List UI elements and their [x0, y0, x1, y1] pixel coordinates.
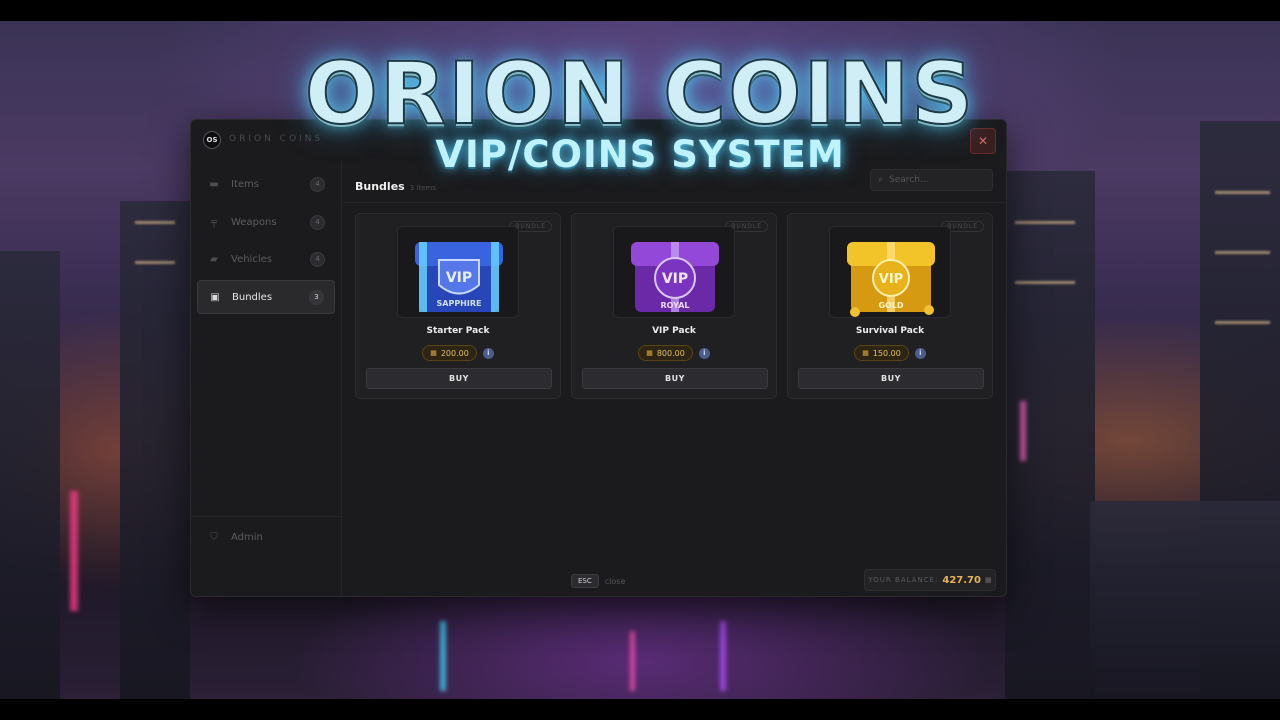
sidebar-item-count: 4: [310, 251, 325, 267]
price-badge: ▦ 800.00: [638, 345, 693, 361]
shop-window: OS ORION COINS ✕ ▬ Items 4 ╤ Weapons 4 ▰…: [190, 119, 1007, 597]
coin-icon: ▦: [430, 349, 437, 357]
balance-label: YOUR BALANCE:: [868, 576, 939, 584]
search-input[interactable]: [889, 175, 980, 185]
price-row: ▦ 800.00 i: [572, 345, 776, 361]
product-name: Survival Pack: [855, 326, 925, 336]
shield-icon: ⛉: [210, 531, 218, 543]
product-image: VIP SAPPHIRE: [397, 226, 519, 318]
esc-label: close: [604, 576, 626, 586]
sidebar: ▬ Items 4 ╤ Weapons 4 ▰ Vehicles 4 ▣ Bun…: [191, 160, 342, 596]
sidebar-item-label: Bundles: [232, 291, 273, 303]
svg-text:ROYAL: ROYAL: [661, 301, 690, 310]
banner-subtitle: VIP/COINS SYSTEM: [435, 133, 845, 176]
buy-button[interactable]: BUY: [366, 368, 552, 389]
product-card: BUNDLE VIP ROYAL VIP Pack ▦ 800.00 i BUY: [571, 213, 777, 399]
sidebar-item-label: Vehicles: [231, 253, 272, 265]
coin-icon: ▦: [862, 349, 869, 357]
coin-icon: ▦: [984, 576, 992, 584]
svg-text:VIP: VIP: [879, 272, 903, 287]
svg-text:VIP: VIP: [446, 270, 472, 286]
product-name: VIP Pack: [652, 326, 696, 336]
search-icon: ⌕: [878, 175, 884, 185]
price-row: ▦ 150.00 i: [788, 345, 992, 361]
product-image: VIP ROYAL: [613, 226, 735, 318]
car-icon: ▰: [210, 253, 218, 265]
section-header: Bundles 3 items: [355, 175, 436, 194]
gold-chest-image: VIP GOLD: [847, 242, 935, 317]
box-icon: ▬: [209, 178, 219, 190]
svg-text:SAPPHIRE: SAPPHIRE: [437, 299, 482, 308]
section-title: Bundles: [355, 180, 405, 193]
svg-text:VIP: VIP: [662, 271, 688, 287]
product-image: VIP GOLD: [829, 226, 951, 318]
buy-button[interactable]: BUY: [582, 368, 768, 389]
close-hint: ESC close: [571, 574, 625, 588]
sidebar-item-count: 4: [310, 176, 325, 192]
letterbox-bottom: [0, 699, 1280, 720]
price-badge: ▦ 150.00: [854, 345, 909, 361]
product-price: 200.00: [440, 348, 469, 358]
product-card: BUNDLE VIP GOLD Survival Pack ▦ 150.00 i…: [787, 213, 993, 399]
section-count: 3 items: [409, 184, 436, 192]
sidebar-item-bundles[interactable]: ▣ Bundles 3: [197, 280, 335, 314]
sidebar-item-admin[interactable]: ⛉ Admin: [197, 520, 335, 554]
info-icon[interactable]: i: [914, 347, 926, 359]
sidebar-item-count: 4: [310, 214, 325, 230]
sidebar-item-label: Items: [231, 178, 259, 190]
info-icon[interactable]: i: [482, 347, 494, 359]
sidebar-item-weapons[interactable]: ╤ Weapons 4: [197, 205, 335, 239]
buy-button[interactable]: BUY: [798, 368, 984, 389]
sidebar-item-vehicles[interactable]: ▰ Vehicles 4: [197, 242, 335, 276]
letterbox-top: [0, 0, 1280, 21]
price-badge: ▦ 200.00: [422, 345, 477, 361]
gift-icon: ▣: [210, 291, 220, 303]
esc-key[interactable]: ESC: [571, 574, 599, 588]
product-price: 150.00: [872, 348, 901, 358]
sapphire-chest-image: VIP SAPPHIRE: [415, 242, 503, 312]
product-price: 800.00: [656, 348, 685, 358]
gun-icon: ╤: [210, 216, 218, 228]
product-card: BUNDLE VIP SAPPHIRE Starter Pack ▦ 200.0…: [355, 213, 561, 399]
banner-title: ORION COINS: [304, 43, 976, 145]
coin-icon: ▦: [646, 349, 653, 357]
info-icon[interactable]: i: [698, 347, 710, 359]
price-row: ▦ 200.00 i: [356, 345, 560, 361]
sidebar-item-count: 3: [309, 289, 324, 305]
sidebar-divider: [191, 516, 342, 517]
svg-text:GOLD: GOLD: [878, 301, 903, 310]
balance-display: YOUR BALANCE: 427.70 ▦: [864, 569, 996, 591]
sidebar-item-label: Admin: [231, 531, 263, 543]
content-divider: [343, 202, 1007, 203]
balance-value: 427.70: [942, 574, 981, 586]
royal-chest-image: VIP ROYAL: [631, 242, 719, 312]
sidebar-item-label: Weapons: [231, 216, 277, 228]
product-name: Starter Pack: [426, 326, 490, 336]
